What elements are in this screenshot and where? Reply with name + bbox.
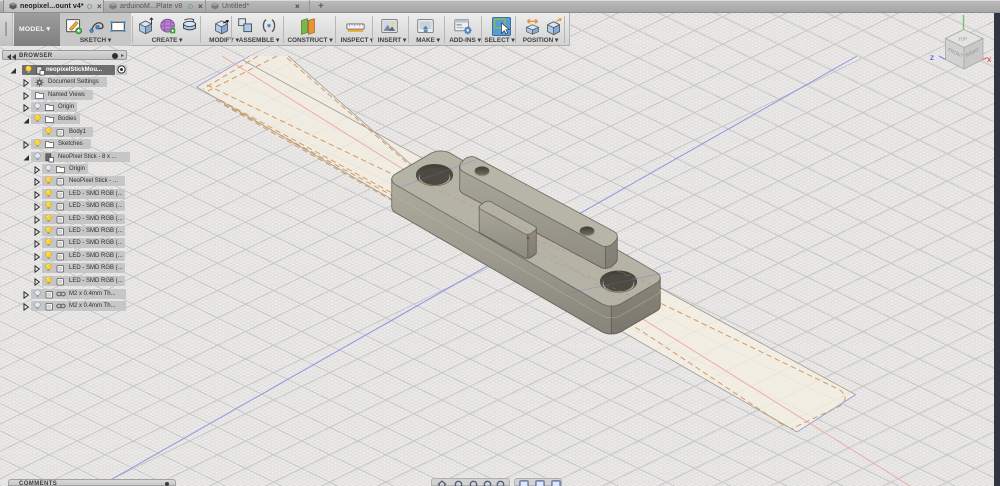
svg-text:X: X <box>987 57 992 64</box>
svg-text:TOP: TOP <box>958 36 968 42</box>
svg-text:Z: Z <box>930 55 934 62</box>
